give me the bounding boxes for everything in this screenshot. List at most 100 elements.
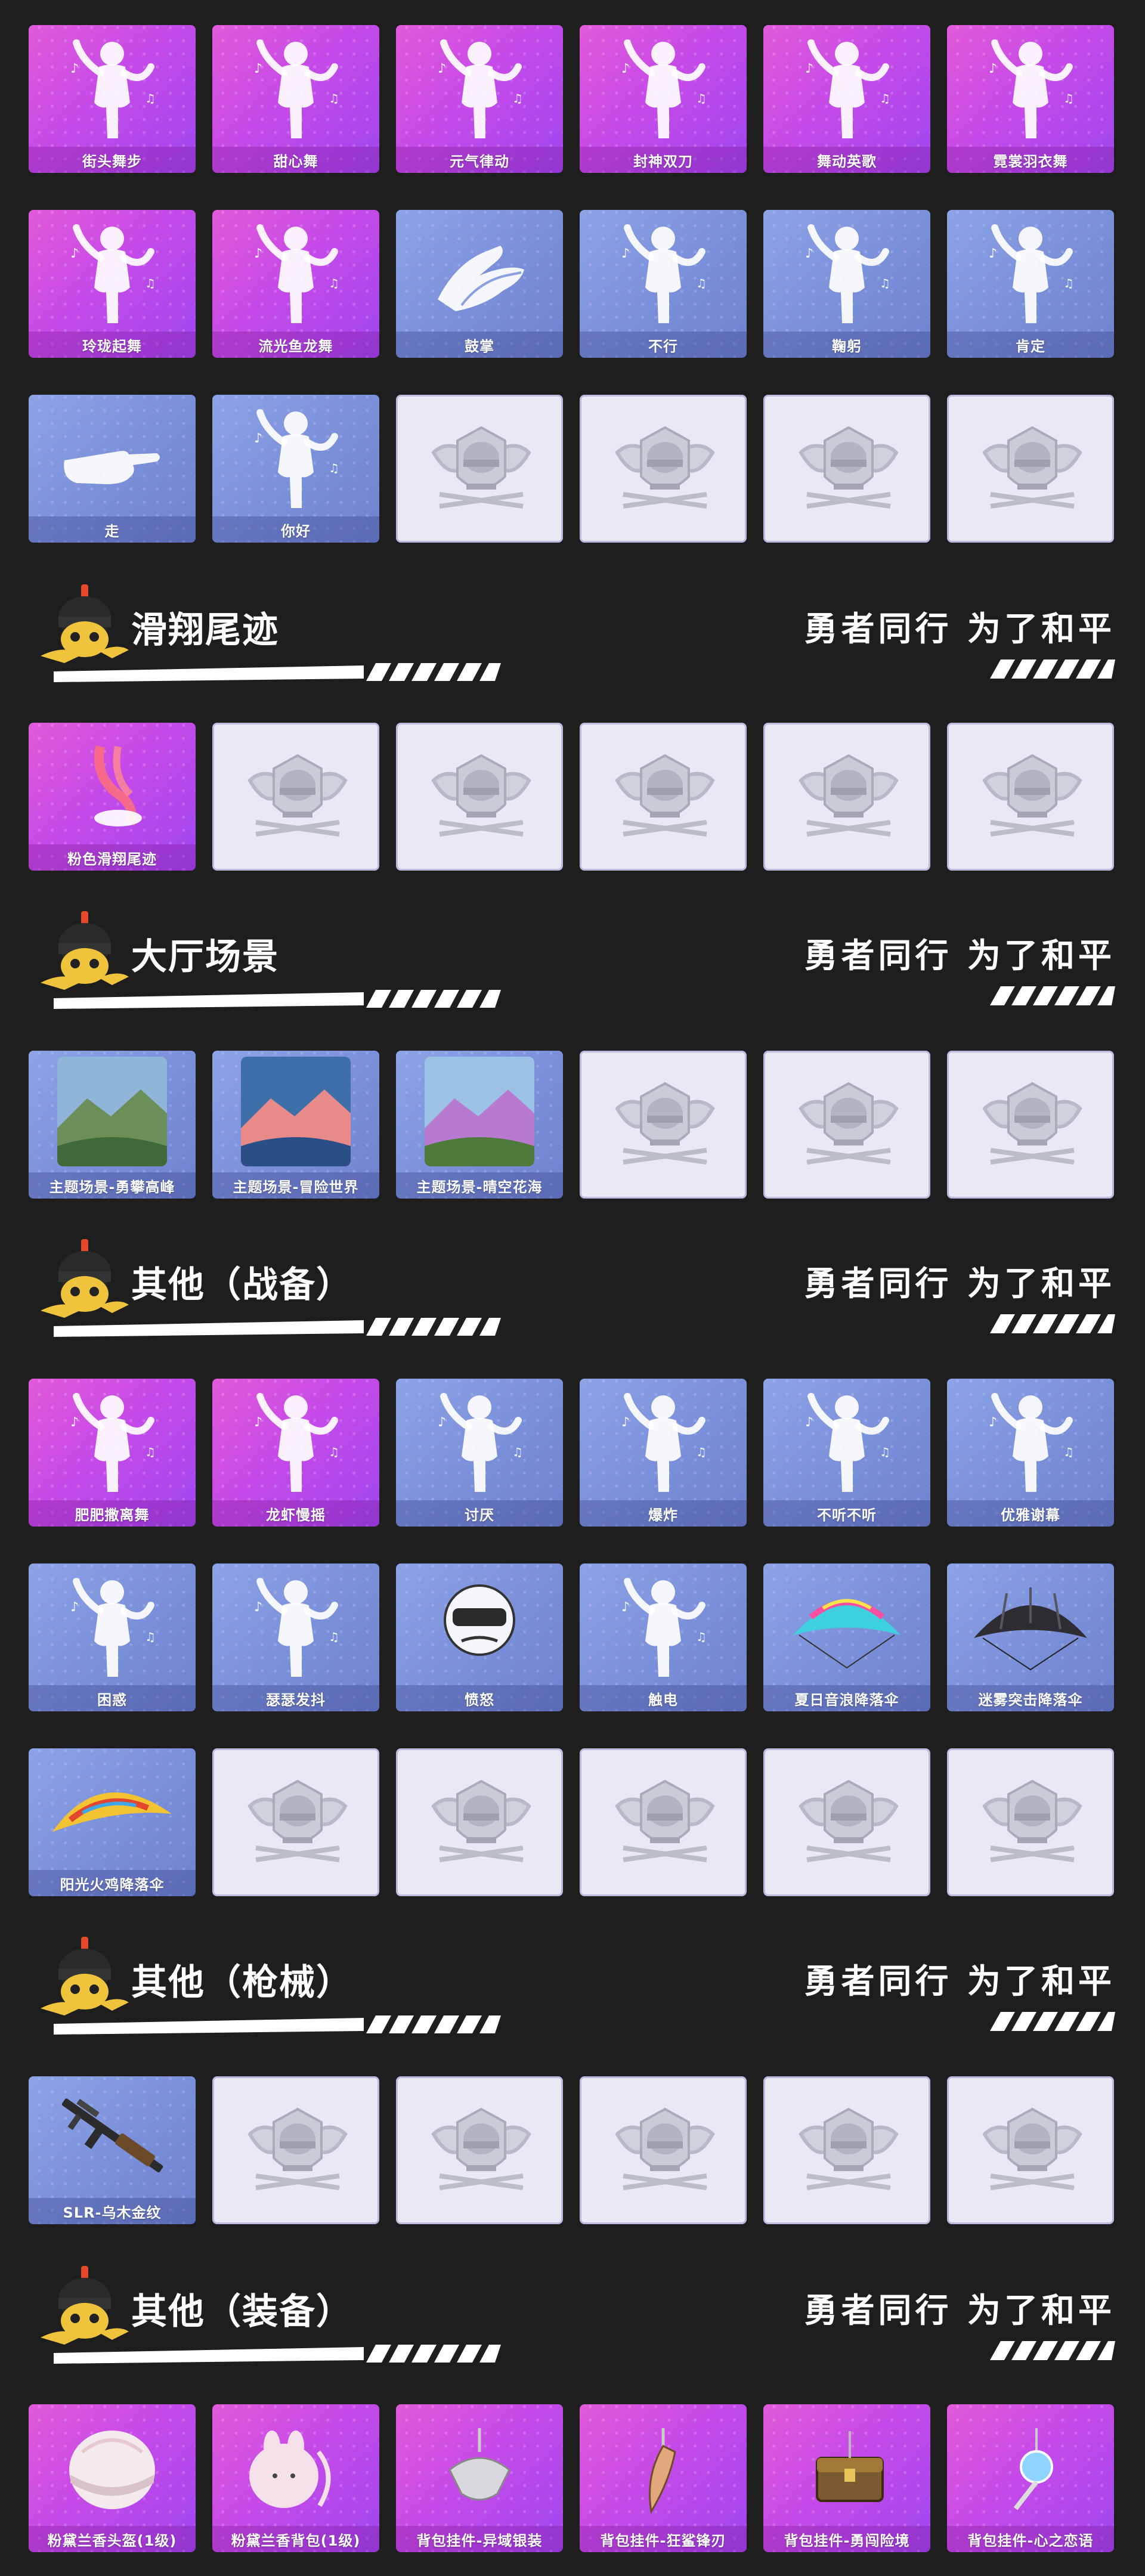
item-card[interactable]: ♪ ♫ 舞动英歌 [763,25,930,173]
item-card[interactable]: 背包挂件-狂鲨锋刃 [580,2404,747,2552]
item-card[interactable]: ♪ ♫ 肥肥撒离舞 [29,1379,196,1527]
empty-item-slot[interactable] [763,395,930,543]
title-underline-stripes [54,990,501,1009]
empty-item-slot[interactable] [580,723,747,871]
scene-flowers-thumbnail [425,1057,534,1166]
svg-text:♫: ♫ [880,1445,890,1459]
item-card[interactable]: ♪ ♫ 霓裳羽衣舞 [947,25,1114,173]
svg-text:♪: ♪ [438,1415,446,1430]
section-title: 滑翔尾迹 [131,609,279,651]
empty-item-slot[interactable] [947,395,1114,543]
item-card[interactable]: ♪ ♫ 瑟瑟发抖 [212,1563,379,1711]
svg-text:♪: ♪ [621,1415,630,1430]
empty-item-slot[interactable] [763,723,930,871]
slogan-stripes-decoration [990,2341,1115,2360]
item-label: 夏日音浪降落伞 [763,1685,930,1711]
item-card[interactable]: ♪ ♫ 流光鱼龙舞 [212,210,379,358]
empty-item-slot[interactable] [580,1748,747,1896]
item-card[interactable]: 愤怒 [396,1563,563,1711]
svg-text:♪: ♪ [989,246,997,261]
item-card[interactable]: ♪ ♫ 触电 [580,1563,747,1711]
item-card[interactable]: ♪ ♫ 肯定 [947,210,1114,358]
item-card[interactable]: ♪ ♫ 龙虾慢摇 [212,1379,379,1527]
slogan-stripes-decoration [990,660,1115,679]
empty-item-slot[interactable] [580,395,747,543]
scene-mountain-thumbnail [57,1057,167,1166]
empty-item-slot[interactable] [212,723,379,871]
item-card[interactable]: 主题场景-冒险世界 [212,1051,379,1199]
item-card[interactable]: ♪ ♫ 你好 [212,395,379,543]
item-label: 背包挂件-狂鲨锋刃 [580,2526,747,2552]
svg-text:♫: ♫ [1063,276,1074,290]
empty-item-slot[interactable] [580,2076,747,2224]
item-card[interactable]: ♪ ♫ 玲珑起舞 [29,210,196,358]
dancer-twin-blades-icon: ♪ ♫ [621,39,707,138]
svg-text:♫: ♫ [512,1445,523,1459]
item-card[interactable]: 背包挂件-心之恋语 [947,2404,1114,2552]
item-card[interactable]: ♪ ♫ 不行 [580,210,747,358]
svg-text:♫: ♫ [880,91,890,106]
dancer-figure-icon: ♪ ♫ [254,39,339,138]
item-card[interactable]: ♪ ♫ 不听不听 [763,1379,930,1527]
emblem-icon [799,1779,899,1862]
item-card[interactable]: ♪ ♫ 爆炸 [580,1379,747,1527]
empty-item-slot[interactable] [763,1051,930,1199]
item-card[interactable]: 背包挂件-异域银装 [396,2404,563,2552]
item-card[interactable]: ♪ ♫ 鞠躬 [763,210,930,358]
item-card[interactable]: 背包挂件-勇闯险境 [763,2404,930,2552]
emblem-icon [615,1779,715,1862]
svg-text:♫: ♫ [145,276,156,290]
emblem-icon [247,754,348,837]
item-card[interactable]: ♪ ♫ 优雅谢幕 [947,1379,1114,1527]
empty-item-slot[interactable] [947,1051,1114,1199]
item-card[interactable]: 走 [29,395,196,543]
item-card[interactable]: SLR-乌木金纹 [29,2076,196,2224]
empty-item-slot[interactable] [396,2076,563,2224]
empty-item-slot[interactable] [396,1748,563,1896]
item-card[interactable]: 主题场景-勇攀高峰 [29,1051,196,1199]
empty-item-slot[interactable] [763,2076,930,2224]
svg-text:♫: ♫ [329,1630,339,1644]
empty-item-slot[interactable] [947,723,1114,871]
item-card[interactable]: ♪ ♫ 甜心舞 [212,25,379,173]
svg-text:♪: ♪ [70,1415,79,1430]
item-label: 触电 [580,1685,747,1711]
scene-sea-thumbnail [241,1057,351,1166]
item-card[interactable]: ♪ ♫ 讨厌 [396,1379,563,1527]
title-underline-stripes [54,663,501,682]
item-card[interactable]: ♪ ♫ 街头舞步 [29,25,196,173]
item-card[interactable]: ♪ ♫ 封神双刀 [580,25,747,173]
item-label: 鼓掌 [396,332,563,358]
dancer-bubble-icon: ♪ ♫ [805,39,890,138]
empty-item-slot[interactable] [396,723,563,871]
empty-item-slot[interactable] [212,1748,379,1896]
svg-text:♪: ♪ [621,61,630,76]
item-card[interactable]: 鼓掌 [396,210,563,358]
item-label: 阳光火鸡降落伞 [29,1870,196,1896]
empty-item-slot[interactable] [947,2076,1114,2224]
svg-text:♫: ♫ [329,276,339,290]
section-header: 大厅场景 勇者同行 为了和平 [0,911,1145,1030]
item-label: 主题场景-晴空花海 [396,1172,563,1199]
item-card[interactable]: 夏日音浪降落伞 [763,1563,930,1711]
empty-item-slot[interactable] [763,1748,930,1896]
item-label: 优雅谢幕 [947,1500,1114,1527]
electrocuted-figure-icon: ♪ ♫ [621,1578,707,1677]
item-card[interactable]: 阳光火鸡降落伞 [29,1748,196,1896]
item-card[interactable]: ♪ ♫ 困惑 [29,1563,196,1711]
empty-item-slot[interactable] [947,1748,1114,1896]
empty-item-slot[interactable] [396,395,563,543]
emblem-icon [982,1082,1082,1165]
empty-item-slot[interactable] [212,2076,379,2224]
item-label: 背包挂件-异域银装 [396,2526,563,2552]
item-card[interactable]: ♪ ♫ 元气律动 [396,25,563,173]
item-card[interactable]: 粉色滑翔尾迹 [29,723,196,871]
slogan-text: 勇者同行 为了和平 [804,937,1115,976]
item-card[interactable]: 迷雾突击降落伞 [947,1563,1114,1711]
svg-text:♪: ♪ [70,1600,79,1615]
empty-item-slot[interactable] [580,1051,747,1199]
item-card[interactable]: 粉黛兰香背包(1级) [212,2404,379,2552]
item-card[interactable]: 粉黛兰香头盔(1级) [29,2404,196,2552]
emblem-icon [431,754,531,837]
item-card[interactable]: 主题场景-晴空花海 [396,1051,563,1199]
